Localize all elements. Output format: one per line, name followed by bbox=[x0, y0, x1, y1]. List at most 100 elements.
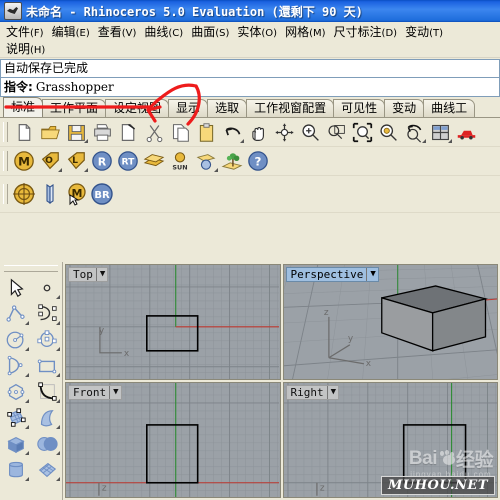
zoom-window-icon-button[interactable] bbox=[323, 120, 349, 144]
materials-m-icon-button[interactable]: M bbox=[11, 149, 37, 173]
flyout-corner-icon[interactable] bbox=[25, 321, 29, 325]
flyout-corner-icon[interactable] bbox=[56, 347, 60, 351]
sun-icon-button[interactable]: SUN bbox=[167, 149, 193, 173]
curve-fillet-icon-button[interactable] bbox=[31, 379, 62, 405]
menu-item-5[interactable]: 曲面(S) bbox=[189, 22, 235, 41]
four-viewport-icon-button[interactable] bbox=[427, 120, 453, 144]
menu-item-4[interactable]: 曲线(C) bbox=[142, 22, 189, 41]
environment-sphere-icon-button[interactable] bbox=[193, 149, 219, 173]
rectangle-icon-button[interactable] bbox=[31, 353, 62, 379]
menu-item-6[interactable]: 实体(O) bbox=[235, 22, 283, 41]
flyout-corner-icon[interactable] bbox=[25, 477, 29, 481]
point-icon-button[interactable] bbox=[31, 275, 62, 301]
menu-item-3[interactable]: 查看(V) bbox=[96, 22, 143, 41]
paste-clipboard-icon-button[interactable] bbox=[193, 120, 219, 144]
viewport-right-title[interactable]: Right ▼ bbox=[285, 385, 340, 400]
flyout-corner-icon[interactable] bbox=[25, 451, 29, 455]
print-icon-button[interactable] bbox=[89, 120, 115, 144]
copy-icon-button[interactable] bbox=[167, 120, 193, 144]
sidebar-grip[interactable] bbox=[4, 265, 58, 272]
chevron-down-icon[interactable]: ▼ bbox=[109, 386, 119, 399]
pan-hand-icon-button[interactable] bbox=[245, 120, 271, 144]
toolbar-tab-8[interactable]: 变动 bbox=[384, 99, 425, 117]
mirror-panel-icon-button[interactable] bbox=[37, 182, 63, 206]
toolbar-tab-6[interactable]: 工作视窗配置 bbox=[246, 99, 335, 117]
toolbar-tab-4[interactable]: 显示 bbox=[168, 99, 209, 117]
viewport-perspective-title[interactable]: Perspective ▼ bbox=[285, 267, 379, 282]
menu-item-1[interactable]: 说明(H) bbox=[4, 39, 51, 58]
new-file-icon-button[interactable] bbox=[11, 120, 37, 144]
arc-icon-button[interactable] bbox=[0, 353, 31, 379]
toolbar-tab-5[interactable]: 选取 bbox=[207, 99, 248, 117]
render-car-icon-button[interactable] bbox=[453, 120, 479, 144]
render-r-icon-button[interactable]: R bbox=[89, 149, 115, 173]
toolbar-grip[interactable] bbox=[3, 122, 8, 142]
flyout-corner-icon[interactable] bbox=[448, 139, 452, 143]
flyout-corner-icon[interactable] bbox=[25, 399, 29, 403]
rotate-view-icon-button[interactable] bbox=[271, 120, 297, 144]
viewport-front[interactable]: z Front ▼ bbox=[65, 382, 281, 498]
flyout-corner-icon[interactable] bbox=[84, 168, 88, 172]
open-folder-icon-button[interactable] bbox=[37, 120, 63, 144]
flyout-corner-icon[interactable] bbox=[25, 425, 29, 429]
mesh-surface-icon-button[interactable] bbox=[31, 457, 62, 483]
chevron-down-icon[interactable]: ▼ bbox=[326, 386, 336, 399]
zoom-selected-icon-button[interactable] bbox=[375, 120, 401, 144]
save-icon-button[interactable] bbox=[63, 120, 89, 144]
flyout-corner-icon[interactable] bbox=[214, 168, 218, 172]
toolbar-tab-2[interactable]: 工作平面 bbox=[42, 99, 107, 117]
ground-plane-plant-icon-button[interactable] bbox=[219, 149, 245, 173]
toolbar-grip[interactable] bbox=[3, 151, 8, 171]
viewport-top-title[interactable]: Top ▼ bbox=[68, 267, 109, 282]
object-properties-o-icon-button[interactable]: O bbox=[37, 149, 63, 173]
sphere-boolean-icon-button[interactable] bbox=[31, 431, 62, 457]
flyout-corner-icon[interactable] bbox=[56, 451, 60, 455]
viewport-top[interactable]: y x Top ▼ bbox=[65, 264, 281, 380]
command-prompt-line[interactable]: 指令: Grasshopper bbox=[0, 77, 500, 97]
cylinder-icon-button[interactable] bbox=[0, 457, 31, 483]
polyline-icon-button[interactable] bbox=[0, 301, 31, 327]
layer-tag-icon-button[interactable]: L bbox=[63, 149, 89, 173]
menu-item-8[interactable]: 尺寸标注(D) bbox=[332, 22, 404, 41]
flyout-corner-icon[interactable] bbox=[56, 321, 60, 325]
flyout-corner-icon[interactable] bbox=[240, 139, 244, 143]
polygon-icon-button[interactable] bbox=[0, 379, 31, 405]
br-block-icon-button[interactable]: BR bbox=[89, 182, 115, 206]
toolbar-tab-3[interactable]: 设定视图 bbox=[105, 99, 170, 117]
surface-control-points-icon-button[interactable] bbox=[0, 405, 31, 431]
zoom-previous-icon-button[interactable] bbox=[401, 120, 427, 144]
viewport-front-title[interactable]: Front ▼ bbox=[68, 385, 122, 400]
toolbar-tab-7[interactable]: 可见性 bbox=[333, 99, 386, 117]
gumball-target-icon-button[interactable] bbox=[11, 182, 37, 206]
render-rt-icon-button[interactable]: RT bbox=[115, 149, 141, 173]
mesh-planes-icon-button[interactable] bbox=[141, 149, 167, 173]
flyout-corner-icon[interactable] bbox=[56, 399, 60, 403]
undo-arrow-icon-button[interactable] bbox=[219, 120, 245, 144]
flyout-corner-icon[interactable] bbox=[56, 425, 60, 429]
flyout-corner-icon[interactable] bbox=[56, 373, 60, 377]
export-icon-button[interactable] bbox=[115, 120, 141, 144]
help-question-icon-button[interactable]: ? bbox=[245, 149, 271, 173]
zoom-extents-icon-button[interactable] bbox=[349, 120, 375, 144]
toolbar-grip[interactable] bbox=[3, 184, 8, 204]
flyout-corner-icon[interactable] bbox=[56, 477, 60, 481]
flyout-corner-icon[interactable] bbox=[56, 295, 60, 299]
cut-scissors-icon-button[interactable] bbox=[141, 120, 167, 144]
select-arrow-icon-button[interactable] bbox=[0, 275, 31, 301]
box-solid-icon-button[interactable] bbox=[0, 431, 31, 457]
menu-item-7[interactable]: 网格(M) bbox=[283, 22, 331, 41]
menu-item-9[interactable]: 变动(T) bbox=[403, 22, 449, 41]
circle-icon-button[interactable] bbox=[0, 327, 31, 353]
viewport-perspective[interactable]: z y x Perspective ▼ bbox=[282, 264, 498, 380]
flyout-corner-icon[interactable] bbox=[58, 168, 62, 172]
m-cursor-icon-button[interactable]: M bbox=[63, 182, 89, 206]
chevron-down-icon[interactable]: ▼ bbox=[95, 268, 105, 281]
toolbar-tab-1[interactable]: 标准 bbox=[3, 97, 44, 117]
flyout-corner-icon[interactable] bbox=[422, 139, 426, 143]
flyout-corner-icon[interactable] bbox=[84, 139, 88, 143]
toolbar-tab-9[interactable]: 曲线工 bbox=[423, 99, 476, 117]
surface-sweep-icon-button[interactable] bbox=[31, 405, 62, 431]
chevron-down-icon[interactable]: ▼ bbox=[366, 268, 376, 281]
control-point-curve-icon-button[interactable] bbox=[31, 301, 62, 327]
command-input-value[interactable]: Grasshopper bbox=[36, 78, 114, 96]
